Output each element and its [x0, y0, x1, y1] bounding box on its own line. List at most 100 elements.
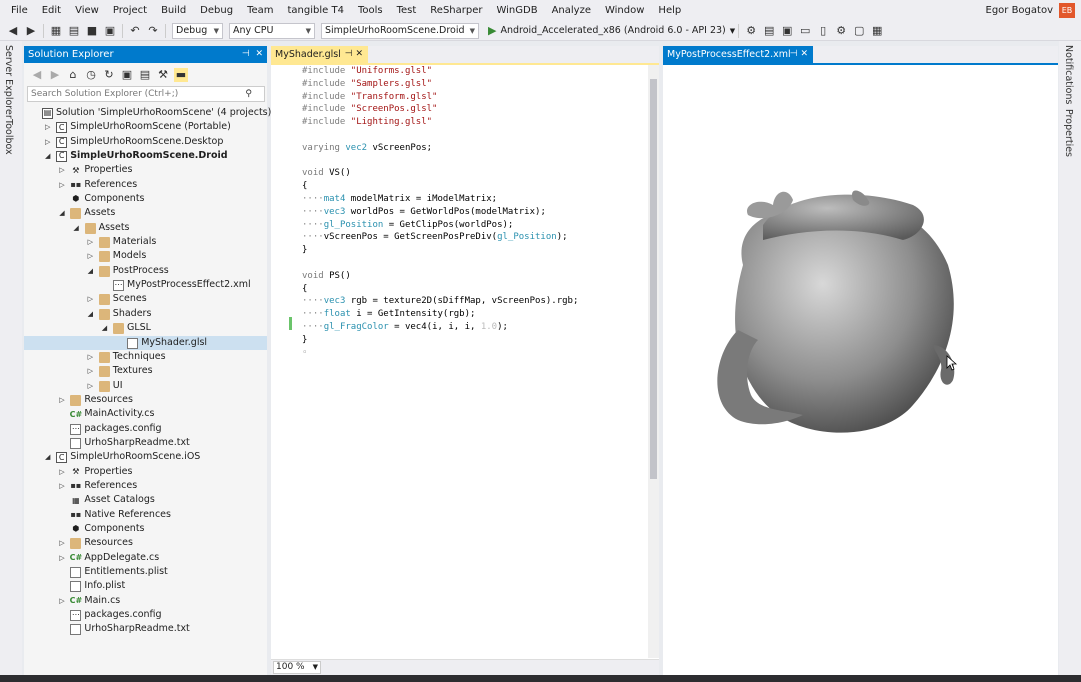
tree-item[interactable]: Entitlements.plist — [24, 565, 267, 579]
menu-test[interactable]: Test — [390, 0, 424, 21]
expand-toggle-icon[interactable]: ▷ — [57, 594, 66, 608]
expand-toggle-icon[interactable]: ▷ — [86, 350, 95, 364]
menu-file[interactable]: File — [4, 0, 35, 21]
expand-toggle-icon[interactable]: ◢ — [43, 450, 52, 464]
preview-icon[interactable]: ▬ — [174, 67, 188, 82]
expand-toggle-icon[interactable]: ▷ — [86, 235, 95, 249]
emulator-icon[interactable]: ▯ — [816, 24, 830, 38]
expand-toggle-icon[interactable]: ◢ — [57, 206, 66, 220]
close-icon[interactable]: ⊣ ✕ — [790, 46, 808, 63]
tree-item[interactable]: ◢ PostProcess — [24, 264, 267, 278]
show-all-files-icon[interactable]: ▤ — [138, 68, 152, 82]
tree-item[interactable]: ▪▪ Native References — [24, 508, 267, 522]
menu-wingdb[interactable]: WinGDB — [489, 0, 544, 21]
menu-edit[interactable]: Edit — [35, 0, 68, 21]
undo-icon[interactable]: ↶ — [128, 24, 142, 38]
tree-item[interactable]: ▦ Asset Catalogs — [24, 493, 267, 507]
server-explorer-tab[interactable]: Server Explorer — [3, 45, 14, 119]
startup-project-select[interactable]: SimpleUrhoRoomScene.Droid ▼ — [321, 22, 479, 39]
expand-toggle-icon[interactable]: ▷ — [57, 393, 66, 407]
menu-project[interactable]: Project — [106, 0, 154, 21]
step-icon[interactable]: ▤ — [762, 24, 776, 38]
configuration-select[interactable]: Debug ▼ — [172, 22, 223, 39]
attach-icon[interactable]: ⚙ — [744, 24, 758, 38]
expand-toggle-icon[interactable]: ◢ — [86, 307, 95, 321]
tree-item[interactable]: ▷ ⚒ Properties — [24, 465, 267, 479]
expand-toggle-icon[interactable]: ▷ — [57, 465, 66, 479]
expand-toggle-icon[interactable]: ▷ — [86, 249, 95, 263]
layout-icon[interactable]: ▦ — [870, 24, 884, 38]
solution-search-input[interactable]: Search Solution Explorer (Ctrl+;) ⚲ — [27, 86, 265, 102]
history-icon[interactable]: ◷ — [84, 68, 98, 82]
save-all-icon[interactable]: ▣ — [103, 24, 117, 38]
back-icon[interactable]: ◀ — [6, 24, 20, 38]
tree-item[interactable]: ▷ C SimpleUrhoRoomScene (Portable) — [24, 120, 267, 134]
expand-toggle-icon[interactable]: ▷ — [57, 163, 66, 177]
tab-mypostprocesseffect2-xml[interactable]: MyPostProcessEffect2.xml ⊣ ✕ — [663, 46, 813, 63]
tree-item[interactable]: ▷ UI — [24, 379, 267, 393]
menu-team[interactable]: Team — [240, 0, 280, 21]
tree-item[interactable]: Info.plist — [24, 579, 267, 593]
open-file-icon[interactable]: ▤ — [67, 24, 81, 38]
new-project-icon[interactable]: ▦ — [49, 24, 63, 38]
tree-item[interactable]: UrhoSharpReadme.txt — [24, 622, 267, 636]
settings-icon[interactable]: ⚙ — [834, 24, 848, 38]
properties-tab[interactable]: Properties — [1063, 109, 1074, 157]
tree-item[interactable]: ▷ C# Main.cs — [24, 594, 267, 608]
device-icon[interactable]: ▭ — [798, 24, 812, 38]
forward-icon[interactable]: ▶ — [48, 68, 62, 82]
tree-item[interactable]: C# MainActivity.cs — [24, 407, 267, 421]
toolbox-tab[interactable]: Toolbox — [3, 119, 14, 155]
refresh-icon[interactable]: ↻ — [102, 68, 116, 82]
expand-toggle-icon[interactable]: ▷ — [57, 178, 66, 192]
home-icon[interactable]: ⌂ — [66, 68, 80, 82]
menu-window[interactable]: Window — [598, 0, 651, 21]
expand-toggle-icon[interactable]: ▷ — [86, 292, 95, 306]
menu-debug[interactable]: Debug — [193, 0, 240, 21]
expand-toggle-icon[interactable]: ◢ — [100, 321, 109, 335]
expand-toggle-icon[interactable]: ▷ — [86, 379, 95, 393]
tree-item[interactable]: UrhoSharpReadme.txt — [24, 436, 267, 450]
expand-toggle-icon[interactable]: ▷ — [57, 536, 66, 550]
tree-item[interactable]: ⋯ MyPostProcessEffect2.xml — [24, 278, 267, 292]
notifications-tab[interactable]: Notifications — [1063, 45, 1074, 104]
zoom-select[interactable]: 100 % ▼ — [273, 661, 321, 674]
tree-item[interactable]: ▷ C# AppDelegate.cs — [24, 551, 267, 565]
back-icon[interactable]: ◀ — [30, 68, 44, 82]
save-icon[interactable]: ■ — [85, 24, 99, 38]
tree-item[interactable]: ▷ Models — [24, 249, 267, 263]
tree-item[interactable]: ⬢ Components — [24, 192, 267, 206]
forward-icon[interactable]: ▶ — [24, 24, 38, 38]
collapse-all-icon[interactable]: ▣ — [120, 68, 134, 82]
tree-item[interactable]: ▷ ▪▪ References — [24, 178, 267, 192]
pin-icon[interactable]: ⊣ — [242, 49, 250, 59]
user-name[interactable]: Egor Bogatov — [986, 0, 1054, 21]
expand-toggle-icon[interactable]: ◢ — [72, 221, 81, 235]
expand-toggle-icon[interactable]: ◢ — [43, 149, 52, 163]
avatar[interactable]: EB — [1059, 3, 1075, 18]
tree-item[interactable]: MyShader.glsl — [24, 335, 267, 350]
tree-item[interactable]: ▷ Resources — [24, 536, 267, 550]
menu-tangible-t4[interactable]: tangible T4 — [281, 0, 351, 21]
menu-resharper[interactable]: ReSharper — [423, 0, 489, 21]
bookmark-icon[interactable]: ▣ — [780, 24, 794, 38]
tree-item[interactable]: ▷ Techniques — [24, 350, 267, 364]
vertical-scrollbar[interactable] — [648, 65, 659, 658]
menu-build[interactable]: Build — [154, 0, 193, 21]
tree-item[interactable]: ◢ Assets — [24, 206, 267, 220]
menu-tools[interactable]: Tools — [351, 0, 390, 21]
tree-item[interactable]: ⋯ packages.config — [24, 608, 267, 622]
tree-item[interactable]: ▷ C SimpleUrhoRoomScene.Desktop — [24, 135, 267, 149]
menu-help[interactable]: Help — [651, 0, 688, 21]
tree-item[interactable]: ◢ GLSL — [24, 321, 267, 335]
tree-item[interactable]: ▷ Resources — [24, 393, 267, 407]
code-text[interactable]: #include "Uniforms.glsl" #include "Sample… — [302, 65, 648, 665]
menu-view[interactable]: View — [68, 0, 106, 21]
tree-item[interactable]: ⋯ packages.config — [24, 422, 267, 436]
tree-item[interactable]: ▷ ▪▪ References — [24, 479, 267, 493]
redo-icon[interactable]: ↷ — [146, 24, 160, 38]
tree-item[interactable]: ▷ Textures — [24, 364, 267, 378]
expand-toggle-icon[interactable]: ▷ — [57, 551, 66, 565]
tree-item[interactable]: ◢ Shaders — [24, 307, 267, 321]
window-icon[interactable]: ▢ — [852, 24, 866, 38]
